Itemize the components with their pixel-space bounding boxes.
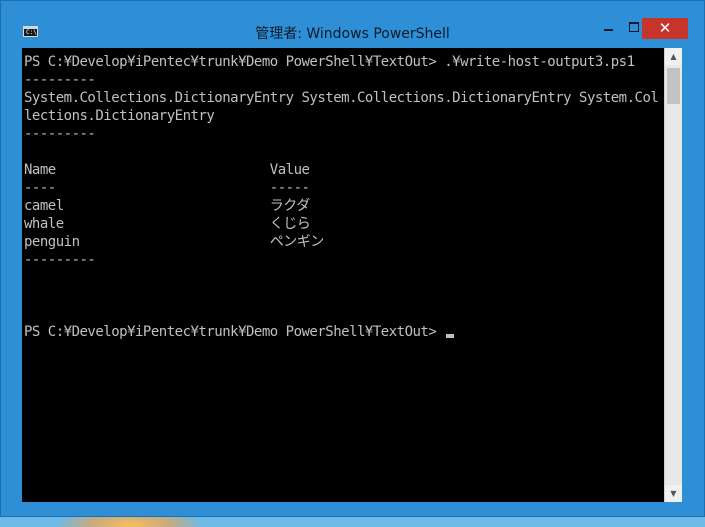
console-prompt[interactable]: PS C:¥Develop¥iPentec¥trunk¥Demo PowerSh… bbox=[24, 324, 444, 340]
vertical-scrollbar[interactable]: ▲ ▼ bbox=[664, 48, 682, 502]
desktop-background: C:\ 管理者: Windows PowerShell ✕ PS C:¥Deve… bbox=[0, 0, 705, 527]
console-output[interactable]: PS C:¥Develop¥iPentec¥trunk¥Demo PowerSh… bbox=[22, 48, 664, 502]
text-cursor bbox=[446, 334, 455, 338]
minimize-button[interactable] bbox=[595, 17, 621, 38]
table-header: Name Value bbox=[24, 162, 310, 178]
table-header-underline: ---- ----- bbox=[24, 180, 310, 196]
table-row: penguin ペンギン bbox=[24, 234, 324, 250]
table-row: camel ラクダ bbox=[24, 198, 310, 214]
console-text: PS C:¥Develop¥iPentec¥trunk¥Demo PowerSh… bbox=[24, 53, 659, 341]
scroll-down-icon[interactable]: ▼ bbox=[665, 485, 682, 502]
title-bar[interactable]: C:\ 管理者: Windows PowerShell ✕ bbox=[1, 1, 704, 47]
console-line-output: System.Collections.DictionaryEntry Syste… bbox=[24, 90, 659, 106]
console-line-separator: --------- bbox=[24, 126, 96, 142]
console-line-separator: --------- bbox=[24, 252, 96, 268]
scroll-up-icon[interactable]: ▲ bbox=[665, 48, 682, 65]
close-button[interactable]: ✕ bbox=[642, 18, 688, 39]
powershell-window: C:\ 管理者: Windows PowerShell ✕ PS C:¥Deve… bbox=[0, 0, 705, 517]
console-line-output: lections.DictionaryEntry bbox=[24, 108, 215, 124]
window-bottom-border bbox=[1, 502, 704, 516]
table-row: whale くじら bbox=[24, 216, 311, 232]
console-line-separator: --------- bbox=[24, 72, 96, 88]
minimize-icon bbox=[604, 29, 613, 31]
scroll-thumb[interactable] bbox=[667, 68, 680, 104]
close-icon: ✕ bbox=[658, 19, 672, 37]
maximize-icon bbox=[629, 22, 639, 32]
console-line-prompt: PS C:¥Develop¥iPentec¥trunk¥Demo PowerSh… bbox=[24, 54, 635, 70]
